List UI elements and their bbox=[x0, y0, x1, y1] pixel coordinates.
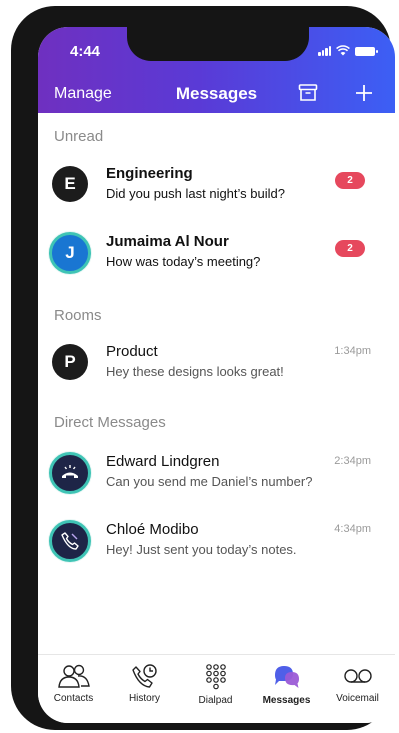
tab-label: Messages bbox=[262, 695, 311, 706]
conversation-preview: How was today’s meeting? bbox=[106, 254, 261, 269]
contacts-icon bbox=[57, 664, 90, 688]
tab-label: Contacts bbox=[53, 693, 94, 704]
list-item[interactable]: E Engineering Did you push last night’s … bbox=[38, 155, 395, 213]
archive-icon[interactable] bbox=[298, 83, 318, 103]
avatar: P bbox=[52, 344, 88, 380]
tab-contacts[interactable]: Contacts bbox=[38, 663, 109, 721]
page-title: Messages bbox=[175, 84, 258, 103]
section-unread-label: Unread bbox=[54, 128, 104, 145]
conversation-name: Edward Lindgren bbox=[106, 453, 220, 470]
conversation-preview: Can you send me Daniel’s number? bbox=[106, 474, 313, 489]
unread-badge: 2 bbox=[335, 172, 365, 189]
dialpad-icon bbox=[205, 664, 226, 690]
avatar: J bbox=[49, 232, 91, 274]
desk-phone-icon bbox=[62, 465, 78, 478]
message-time: 4:34pm bbox=[334, 523, 371, 535]
conversation-name: Product bbox=[106, 343, 158, 360]
section-direct-label: Direct Messages bbox=[54, 414, 166, 431]
list-item[interactable]: J Jumaima Al Nour How was today’s meetin… bbox=[38, 223, 395, 281]
conversation-preview: Hey! Just sent you today’s notes. bbox=[106, 542, 297, 557]
conversation-name: Chloé Modibo bbox=[106, 521, 199, 538]
tab-messages[interactable]: Messages bbox=[251, 663, 322, 721]
avatar bbox=[49, 452, 91, 494]
tab-label: Voicemail bbox=[336, 693, 379, 704]
conversation-name: Engineering bbox=[106, 165, 193, 182]
avatar bbox=[49, 520, 91, 562]
history-icon bbox=[131, 664, 157, 688]
tab-dialpad[interactable]: Dialpad bbox=[180, 663, 251, 721]
phone-frame: 4:44 Manage Messages Unread E Engineerin… bbox=[11, 6, 395, 730]
list-item[interactable]: P Product Hey these designs looks great!… bbox=[38, 333, 395, 391]
message-time: 2:34pm bbox=[334, 455, 371, 467]
list-item[interactable]: Chloé Modibo Hey! Just sent you today’s … bbox=[38, 511, 395, 569]
status-time: 4:44 bbox=[70, 43, 101, 60]
conversation-name: Jumaima Al Nour bbox=[106, 233, 229, 250]
message-time: 1:34pm bbox=[334, 345, 371, 357]
plus-icon[interactable] bbox=[354, 83, 374, 103]
messages-icon bbox=[274, 666, 299, 688]
unread-badge: 2 bbox=[335, 240, 365, 257]
list-item[interactable]: Edward Lindgren Can you send me Daniel’s… bbox=[38, 443, 395, 501]
tab-bar: Contacts History Dialpad Messages Voicem… bbox=[38, 654, 395, 723]
tab-label: History bbox=[128, 693, 161, 704]
signal-icon bbox=[318, 46, 331, 56]
conversation-preview: Hey these designs looks great! bbox=[106, 364, 284, 379]
status-icons bbox=[318, 45, 378, 56]
tab-history[interactable]: History bbox=[109, 663, 180, 721]
tab-voicemail[interactable]: Voicemail bbox=[322, 663, 393, 721]
tab-label: Dialpad bbox=[198, 695, 233, 706]
phone-icon bbox=[61, 532, 79, 550]
avatar: E bbox=[52, 166, 88, 202]
conversation-preview: Did you push last night’s build? bbox=[106, 186, 285, 201]
section-rooms-label: Rooms bbox=[54, 307, 102, 324]
wifi-icon bbox=[336, 45, 350, 56]
voicemail-icon bbox=[343, 669, 372, 683]
app-screen: 4:44 Manage Messages Unread E Engineerin… bbox=[38, 27, 395, 723]
phone-notch bbox=[127, 27, 309, 61]
battery-icon bbox=[355, 47, 378, 56]
